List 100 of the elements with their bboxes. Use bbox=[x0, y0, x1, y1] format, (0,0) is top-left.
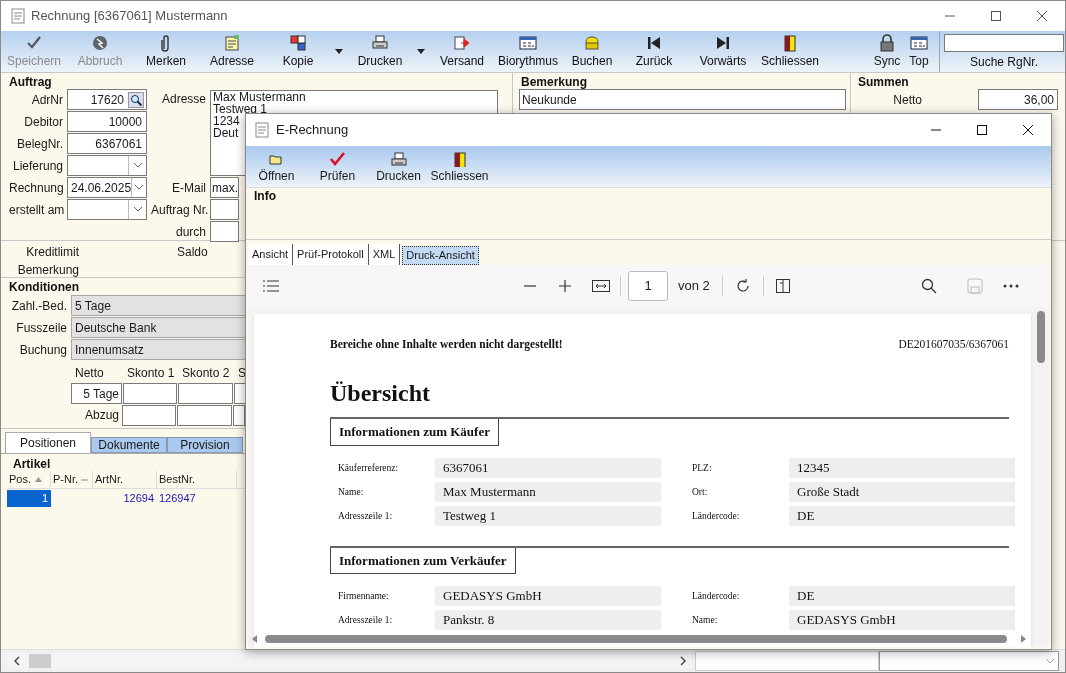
input-field[interactable] bbox=[234, 383, 246, 404]
toolbar-button[interactable]: Öffnen bbox=[246, 146, 307, 187]
toolbar-button[interactable]: Kopie bbox=[265, 31, 331, 72]
search-button[interactable] bbox=[921, 278, 937, 294]
input-field[interactable] bbox=[210, 221, 239, 242]
input-field[interactable] bbox=[233, 405, 245, 426]
email-field[interactable]: max. bbox=[210, 177, 239, 198]
toolbar-button[interactable]: Zurück bbox=[623, 31, 685, 72]
input-field[interactable]: 10000 bbox=[67, 111, 147, 132]
input-field[interactable] bbox=[122, 405, 176, 426]
close-icon bbox=[1022, 124, 1034, 136]
dropdown-field[interactable]: Innenumsatz bbox=[71, 339, 247, 360]
toolbar-button[interactable]: Buchen bbox=[561, 31, 623, 72]
copy-icon bbox=[289, 33, 307, 52]
chevron-down-icon bbox=[135, 185, 144, 190]
toolbar-button[interactable]: Sync bbox=[871, 31, 903, 72]
tab[interactable]: Dokumente bbox=[91, 437, 168, 453]
field-label: Rechnung bbox=[9, 179, 65, 197]
column-header: Skonto 1 bbox=[126, 365, 176, 382]
rotate-button[interactable] bbox=[734, 278, 751, 294]
table-cell-text: 12694 bbox=[122, 490, 155, 506]
toolbar-button[interactable]: Schliessen bbox=[429, 146, 490, 187]
tab[interactable]: Prüf-Protokoll bbox=[293, 244, 369, 265]
search-field[interactable] bbox=[944, 34, 1064, 52]
page-count: von 2 bbox=[678, 277, 710, 296]
remark-field[interactable]: Neukunde bbox=[519, 89, 846, 110]
field-value: 6367061 bbox=[435, 457, 661, 478]
notice-text: Bereiche ohne Inhalte werden nicht dargestellt! bbox=[330, 337, 563, 353]
toolbar-button[interactable]: Versand bbox=[429, 31, 495, 72]
dropdown-field[interactable]: Deutsche Bank bbox=[71, 317, 247, 338]
input-field[interactable]: 17620 bbox=[67, 89, 147, 110]
field-label: Bemerkung bbox=[16, 262, 79, 279]
list-button[interactable] bbox=[263, 280, 279, 292]
page-field[interactable]: 1 bbox=[628, 271, 668, 301]
scrollbar-thumb[interactable] bbox=[29, 654, 51, 668]
table-cell-text: 126947 bbox=[158, 490, 197, 506]
column-header: Skonto 2 bbox=[181, 365, 231, 382]
list-icon bbox=[263, 280, 279, 292]
column-header[interactable]: BestNr. bbox=[159, 471, 196, 488]
field-value: DE bbox=[789, 586, 1015, 607]
toolbar-button[interactable]: Top bbox=[903, 31, 935, 72]
tab[interactable]: XML bbox=[368, 244, 401, 265]
toolbar-button[interactable]: Merken bbox=[133, 31, 199, 72]
chevron-down-icon bbox=[133, 163, 142, 168]
fit-width-button[interactable] bbox=[592, 279, 610, 293]
input-field[interactable] bbox=[178, 383, 233, 404]
section-title: Bemerkung bbox=[520, 75, 589, 89]
more-button[interactable] bbox=[1003, 284, 1019, 288]
caret-left-icon bbox=[252, 635, 257, 643]
table-cell: 1 bbox=[7, 489, 51, 507]
zoom-in-button[interactable] bbox=[558, 279, 572, 293]
input-field[interactable] bbox=[177, 405, 232, 426]
dropdown-field[interactable] bbox=[67, 155, 147, 176]
field-label: Saldo bbox=[177, 244, 208, 261]
field-label: Käuferreferenz: bbox=[338, 461, 400, 475]
dropdown-field[interactable] bbox=[67, 199, 147, 220]
search-icon bbox=[921, 278, 937, 294]
tab[interactable]: Druck-Ansicht bbox=[402, 246, 479, 265]
toolbar-button[interactable]: Prüfen bbox=[307, 146, 368, 187]
column-header[interactable]: ArtNr. bbox=[95, 471, 124, 488]
rotate-icon bbox=[734, 278, 751, 294]
column-header[interactable]: Pos. bbox=[9, 471, 31, 488]
document-id: DE201607035/6367061 bbox=[898, 337, 1009, 352]
circle-icon bbox=[91, 33, 109, 52]
field-label: PLZ: bbox=[692, 461, 713, 475]
tab[interactable]: Positionen bbox=[5, 432, 92, 453]
dropdown-field[interactable]: 5 Tage bbox=[71, 295, 247, 316]
chevron-left-icon bbox=[13, 656, 21, 666]
section-heading: Informationen zum Verkäufer bbox=[330, 547, 516, 575]
zoom-in-icon bbox=[558, 279, 572, 293]
toolbar-button[interactable]: Biorythmus bbox=[495, 31, 561, 72]
field-value: GEDASYS GmbH bbox=[789, 610, 1015, 631]
horizontal-scrollbar[interactable] bbox=[7, 653, 691, 669]
field-label: Ländercode: bbox=[692, 590, 741, 604]
field-label: Ländercode: bbox=[692, 509, 741, 523]
total-field[interactable]: 36,00 bbox=[978, 89, 1058, 110]
field-label: Netto bbox=[892, 91, 922, 109]
field-label: erstellt am bbox=[9, 201, 66, 219]
lock-icon bbox=[878, 33, 896, 52]
dropdown-field[interactable]: 24.06.2025 bbox=[67, 177, 147, 198]
printer-icon bbox=[389, 150, 408, 167]
toolbar-button[interactable]: Adresse bbox=[199, 31, 265, 72]
input-field[interactable]: 5 Tage bbox=[71, 383, 122, 404]
input-field[interactable]: 6367061 bbox=[67, 133, 147, 154]
tab[interactable]: Ansicht bbox=[248, 244, 294, 265]
fit-width-icon bbox=[592, 279, 610, 293]
input-field[interactable] bbox=[210, 199, 239, 220]
input-field[interactable] bbox=[695, 651, 879, 671]
toolbar-button[interactable]: Vorwärts bbox=[685, 31, 761, 72]
toolbar-button[interactable]: Drucken bbox=[368, 146, 429, 187]
toolbar-button[interactable]: Drucken bbox=[347, 31, 413, 72]
section-heading: Informationen zum Käufer bbox=[330, 419, 499, 446]
dropdown-field[interactable] bbox=[879, 651, 1059, 671]
toolbar-button[interactable]: Schliessen bbox=[761, 31, 819, 72]
tab[interactable]: Provision bbox=[167, 437, 244, 453]
field-label: durch bbox=[174, 223, 207, 241]
input-field[interactable] bbox=[123, 383, 177, 404]
chevron-down-icon bbox=[133, 207, 142, 212]
column-header[interactable]: P-Nr. bbox=[53, 471, 79, 488]
page-heading: Übersicht bbox=[330, 379, 431, 408]
